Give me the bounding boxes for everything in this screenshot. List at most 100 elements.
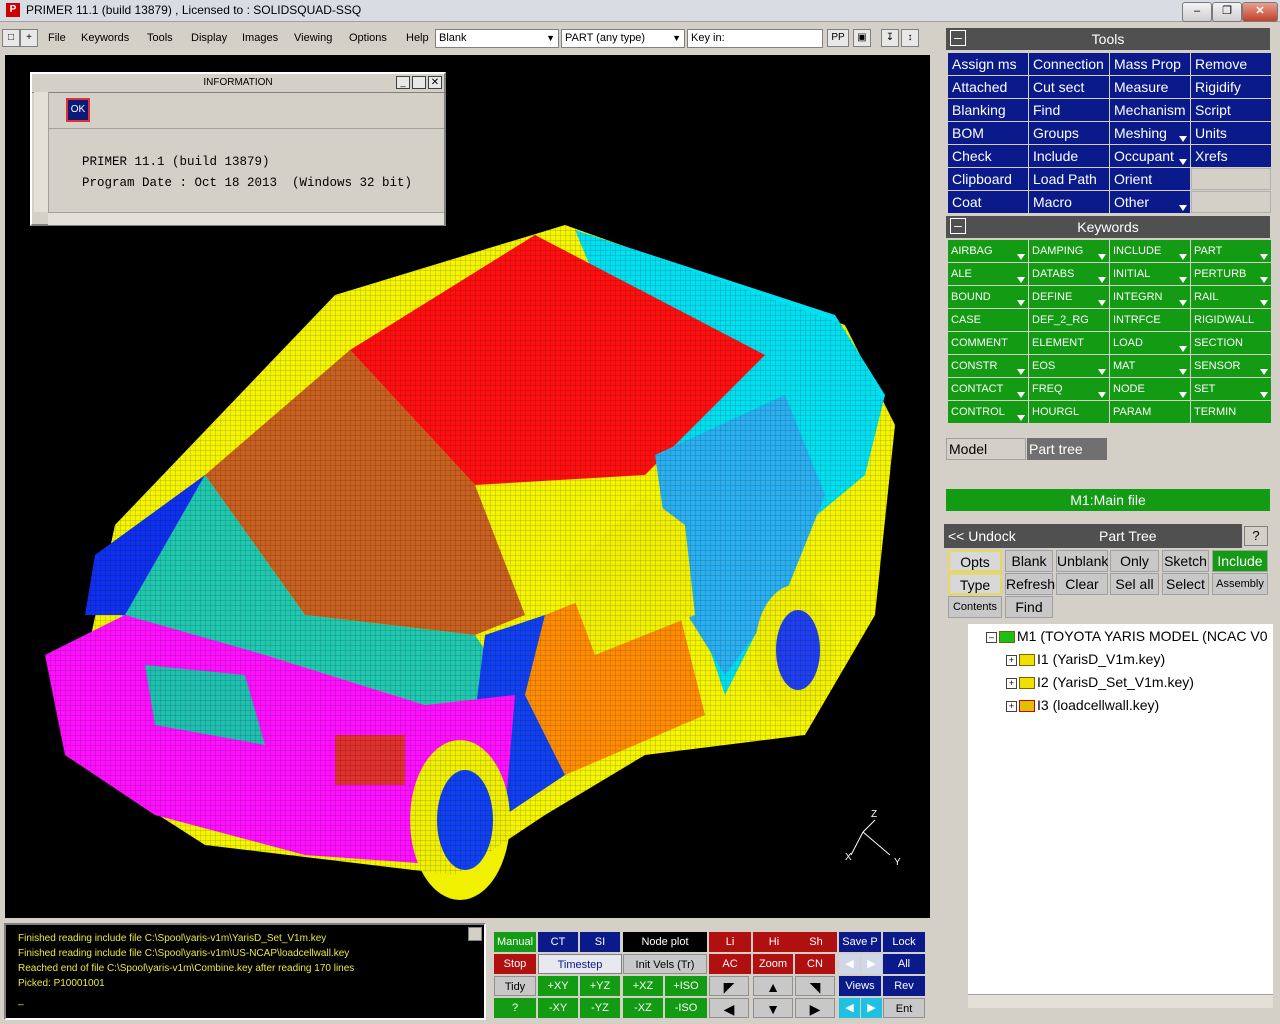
menu-help[interactable]: Help bbox=[406, 32, 429, 44]
close-button[interactable]: ✕ bbox=[1242, 2, 1278, 22]
keyword-button-include[interactable]: INCLUDE bbox=[1110, 240, 1190, 262]
node-plot-button[interactable]: Node plot bbox=[623, 932, 707, 952]
menu-display[interactable]: Display bbox=[191, 32, 227, 44]
menu-tools[interactable]: Tools bbox=[147, 32, 173, 44]
key-in-input[interactable]: Key in: bbox=[687, 29, 823, 48]
keyword-button-freq[interactable]: FREQ bbox=[1029, 378, 1109, 400]
part-tree-assembly-button[interactable]: Assembly bbox=[1212, 573, 1268, 595]
part-tree-clear-button[interactable]: Clear bbox=[1056, 573, 1108, 595]
keyword-button-param[interactable]: PARAM bbox=[1110, 401, 1190, 423]
tool-button-occupant[interactable]: Occupant bbox=[1110, 145, 1190, 167]
collapse-keywords-icon[interactable]: – bbox=[950, 218, 966, 234]
hi-button[interactable]: Hi bbox=[753, 932, 795, 952]
menu-viewing[interactable]: Viewing bbox=[294, 32, 332, 44]
tab-part-tree[interactable]: Part tree bbox=[1027, 438, 1107, 460]
tool-button-assign-ms[interactable]: Assign ms bbox=[948, 53, 1028, 75]
keyword-button-mat[interactable]: MAT bbox=[1110, 355, 1190, 377]
dock-down-icon[interactable]: ↧ bbox=[881, 29, 899, 47]
plus-iso-view-button[interactable]: +ISO bbox=[665, 976, 707, 996]
part-tree-include-button[interactable]: Include bbox=[1212, 550, 1268, 572]
li-button[interactable]: Li bbox=[709, 932, 751, 952]
tool-button-blanking[interactable]: Blanking bbox=[948, 99, 1028, 121]
dialog-close-icon[interactable]: ✕ bbox=[428, 76, 442, 89]
zoom-button[interactable]: Zoom bbox=[753, 954, 793, 974]
tool-button-attached[interactable]: Attached bbox=[948, 76, 1028, 98]
tool-button-meshing[interactable]: Meshing bbox=[1110, 122, 1190, 144]
prev-page-icon[interactable]: ◀ bbox=[839, 954, 860, 974]
tab-model[interactable]: Model bbox=[946, 438, 1026, 460]
tidy-button[interactable]: Tidy bbox=[494, 976, 536, 996]
rev-button[interactable]: Rev bbox=[883, 976, 925, 996]
tool-button-rigidify[interactable]: Rigidify bbox=[1191, 76, 1271, 98]
tool-button-groups[interactable]: Groups bbox=[1029, 122, 1109, 144]
expand-node-icon[interactable]: + bbox=[1006, 677, 1017, 689]
tool-button-connection[interactable]: Connection bbox=[1029, 53, 1109, 75]
expand-node-icon[interactable]: + bbox=[1006, 654, 1017, 666]
tool-button-macro[interactable]: Macro bbox=[1029, 191, 1109, 213]
tool-button-clipboard[interactable]: Clipboard bbox=[948, 168, 1028, 190]
console-scrollbar[interactable] bbox=[468, 927, 482, 941]
tool-button-mass-prop[interactable]: Mass Prop bbox=[1110, 53, 1190, 75]
tool-button-coat[interactable]: Coat bbox=[948, 191, 1028, 213]
dialog-maximize-icon[interactable] bbox=[412, 76, 426, 89]
keyword-button-intrfce[interactable]: INTRFCE bbox=[1110, 309, 1190, 331]
tool-button-load-path[interactable]: Load Path bbox=[1029, 168, 1109, 190]
collapse-tools-icon[interactable]: – bbox=[950, 30, 966, 46]
keyword-button-load[interactable]: LOAD bbox=[1110, 332, 1190, 354]
init-vels-button[interactable]: Init Vels (Tr) bbox=[623, 954, 707, 974]
tree-node-i1[interactable]: + I1 (YarisD_V1m.key) bbox=[1006, 651, 1165, 667]
restore-button[interactable]: ❐ bbox=[1212, 2, 1242, 22]
keyword-button-integrn[interactable]: INTEGRN bbox=[1110, 286, 1190, 308]
keyword-button-set[interactable]: SET bbox=[1191, 378, 1271, 400]
next-page-icon[interactable]: ▶ bbox=[861, 954, 882, 974]
part-tree-contents-button[interactable]: Contents bbox=[948, 596, 1002, 618]
ct-button[interactable]: CT bbox=[538, 932, 578, 952]
tool-button-bom[interactable]: BOM bbox=[948, 122, 1028, 144]
minus-iso-view-button[interactable]: -ISO bbox=[665, 998, 707, 1018]
crosshair-icon[interactable]: + bbox=[20, 29, 38, 47]
menu-images[interactable]: Images bbox=[242, 32, 278, 44]
keyword-button-section[interactable]: SECTION bbox=[1191, 332, 1271, 354]
keyword-button-bound[interactable]: BOUND bbox=[948, 286, 1028, 308]
pp-button[interactable]: PP bbox=[827, 29, 849, 47]
views-button[interactable]: Views bbox=[839, 976, 881, 996]
stop-button[interactable]: Stop bbox=[494, 954, 536, 974]
tool-button-orient[interactable]: Orient bbox=[1110, 168, 1190, 190]
next-view-icon[interactable]: ▶ bbox=[861, 998, 882, 1018]
tree-node-i3[interactable]: + I3 (loadcellwall.key) bbox=[1006, 697, 1159, 713]
rotate-down-right-icon[interactable]: ◥ bbox=[795, 976, 835, 996]
part-tree-unblank-button[interactable]: Unblank bbox=[1056, 550, 1108, 572]
keyword-button-element[interactable]: ELEMENT bbox=[1029, 332, 1109, 354]
si-button[interactable]: SI bbox=[580, 932, 620, 952]
keyword-button-part[interactable]: PART bbox=[1191, 240, 1271, 262]
keyword-button-termin[interactable]: TERMIN bbox=[1191, 401, 1271, 423]
tree-horizontal-scrollbar[interactable] bbox=[968, 994, 1273, 1008]
save-p-button[interactable]: Save P bbox=[839, 932, 881, 952]
dialog-vertical-scrollbar[interactable] bbox=[34, 92, 49, 212]
keyword-button-case[interactable]: CASE bbox=[948, 309, 1028, 331]
keyword-button-contact[interactable]: CONTACT bbox=[948, 378, 1028, 400]
minus-yz-view-button[interactable]: -YZ bbox=[580, 998, 620, 1018]
tool-button-remove[interactable]: Remove bbox=[1191, 53, 1271, 75]
part-tree-type-button[interactable]: Type bbox=[948, 573, 1002, 595]
keyword-button-comment[interactable]: COMMENT bbox=[948, 332, 1028, 354]
minus-xz-view-button[interactable]: -XZ bbox=[623, 998, 663, 1018]
tool-button-check[interactable]: Check bbox=[948, 145, 1028, 167]
manual-button[interactable]: Manual bbox=[494, 932, 536, 952]
pick-icon[interactable]: ▣ bbox=[853, 29, 871, 47]
plus-xy-view-button[interactable]: +XY bbox=[538, 976, 578, 996]
part-tree-refresh-button[interactable]: Refresh bbox=[1005, 573, 1055, 595]
part-tree-sel-all-button[interactable]: Sel all bbox=[1110, 573, 1159, 595]
expand-node-icon[interactable]: + bbox=[1006, 700, 1017, 712]
ent-button[interactable]: Ent bbox=[883, 998, 925, 1018]
all-button[interactable]: All bbox=[883, 954, 925, 974]
keyword-button-databs[interactable]: DATABS bbox=[1029, 263, 1109, 285]
tree-node-i2[interactable]: + I2 (YarisD_Set_V1m.key) bbox=[1006, 674, 1194, 690]
tree-node-m1[interactable]: – M1 (TOYOTA YARIS MODEL (NCAC V0 bbox=[986, 628, 1268, 644]
plus-yz-view-button[interactable]: +YZ bbox=[580, 976, 620, 996]
tool-button-script[interactable]: Script bbox=[1191, 99, 1271, 121]
blank-mode-select[interactable]: Blank ▼ bbox=[435, 29, 559, 48]
plus-xz-view-button[interactable]: +XZ bbox=[623, 976, 663, 996]
menu-options[interactable]: Options bbox=[349, 32, 387, 44]
lock-button[interactable]: Lock bbox=[883, 932, 925, 952]
